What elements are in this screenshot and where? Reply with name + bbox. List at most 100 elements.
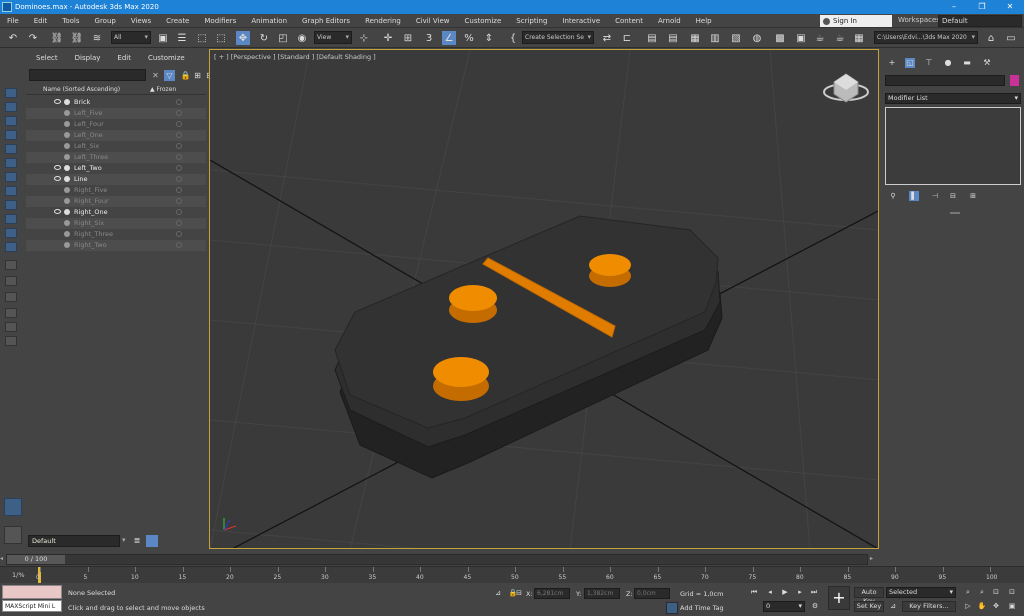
zoom-extents-icon[interactable]: ⊡	[990, 587, 1002, 599]
display-spacewarps-icon[interactable]	[5, 172, 17, 182]
open-folder-icon[interactable]: ▭	[1004, 31, 1018, 45]
explorer-menu-select[interactable]: Select	[26, 54, 65, 62]
pip-right-one[interactable]	[589, 254, 631, 287]
column-name[interactable]: Name (Sorted Ascending)	[43, 86, 120, 93]
slider-next-icon[interactable]: ▸	[870, 555, 873, 562]
select-place-icon[interactable]: ◉	[295, 31, 309, 45]
auto-key-button[interactable]: Auto Key	[854, 587, 884, 605]
maximize-viewport-icon[interactable]: ▣	[1006, 601, 1018, 613]
render-iterative-icon[interactable]: ☕	[833, 31, 847, 45]
set-keys-icon[interactable]: +	[828, 586, 850, 610]
modify-tab-icon[interactable]: ◱	[905, 58, 915, 68]
set-key-button[interactable]: Set Key	[854, 601, 884, 612]
menu-rendering[interactable]: Rendering	[358, 17, 409, 25]
display-influences-icon[interactable]	[5, 276, 17, 286]
object-row-right-one[interactable]: Right_One	[26, 207, 206, 218]
maxscript-mini-listener[interactable]: MAXScript Mini L	[2, 600, 62, 612]
percent-snap-icon[interactable]: %	[462, 31, 476, 45]
orbit-icon[interactable]: ✥	[990, 601, 1002, 613]
mirror-icon[interactable]: ⇄	[600, 31, 614, 45]
window-crossing-icon[interactable]: ⬚	[214, 31, 228, 45]
menu-graph-editors[interactable]: Graph Editors	[295, 17, 358, 25]
remove-modifier-icon[interactable]: ⊟	[948, 191, 958, 201]
layer-explorer-icon[interactable]	[4, 498, 22, 516]
menu-help[interactable]: Help	[689, 17, 720, 25]
timeline[interactable]: 1/% 0 5 10 15 20 25 30 35 40 45 50 55 60 65 70 75 80 85 90…	[0, 566, 1024, 583]
object-name-field[interactable]	[885, 75, 1005, 86]
slider-prev-icon[interactable]: ◂	[0, 555, 3, 562]
add-time-tag-button[interactable]: Add Time Tag	[680, 604, 724, 612]
rect-selection-icon[interactable]: ⬚	[195, 31, 209, 45]
menu-content[interactable]: Content	[608, 17, 651, 25]
pip-left-two-b[interactable]	[433, 357, 489, 401]
menu-arnold[interactable]: Arnold	[651, 17, 689, 25]
menu-scripting[interactable]: Scripting	[509, 17, 555, 25]
curve-editor-icon[interactable]: ▥	[708, 31, 722, 45]
display-groups-icon[interactable]	[5, 186, 17, 196]
set-project-folder-icon[interactable]: ⌂	[984, 31, 998, 45]
display-cameras-icon[interactable]	[5, 144, 17, 154]
show-end-result-icon[interactable]: ▌	[909, 191, 919, 201]
clear-search-icon[interactable]: ✕	[150, 70, 161, 81]
next-frame-icon[interactable]: ▸	[794, 587, 806, 599]
select-object-icon[interactable]: ▣	[156, 31, 170, 45]
angle-snap-icon[interactable]: ∠	[442, 31, 456, 45]
frozen-icon[interactable]	[176, 242, 182, 248]
menu-tools[interactable]: Tools	[55, 17, 87, 25]
eye-icon[interactable]	[54, 209, 61, 214]
layer-toggle-icon[interactable]	[146, 535, 158, 547]
filter-icon[interactable]	[5, 308, 17, 318]
display-frozen-icon[interactable]	[5, 242, 17, 252]
frozen-icon[interactable]	[176, 110, 182, 116]
object-row-left-two[interactable]: Left_Two	[26, 163, 206, 174]
zoom-extents-all-icon[interactable]: ⊡	[1006, 587, 1018, 599]
render-setup-icon[interactable]: ▩	[773, 31, 787, 45]
configure-modifier-sets-icon[interactable]: ⊞	[968, 191, 978, 201]
key-filters-button[interactable]: Key Filters...	[902, 601, 956, 612]
frozen-icon[interactable]	[176, 132, 182, 138]
explorer-menu-customize[interactable]: Customize	[138, 54, 192, 62]
object-row-left-three[interactable]: Left_Three	[26, 152, 206, 163]
menu-group[interactable]: Group	[88, 17, 124, 25]
lock-icon[interactable]: 🔒	[180, 70, 191, 81]
object-row-right-five[interactable]: Right_Five	[26, 185, 206, 196]
configure-icon[interactable]	[5, 336, 17, 346]
absolute-mode-icon[interactable]: ⊟	[513, 588, 525, 600]
sign-in-button[interactable]: Sign In	[820, 15, 892, 27]
object-row-line[interactable]: Line	[26, 174, 206, 185]
display-children-icon[interactable]	[5, 260, 17, 270]
time-slider[interactable]: 0 / 100	[6, 554, 868, 565]
frozen-icon[interactable]	[176, 231, 182, 237]
explorer-menu-edit[interactable]: Edit	[107, 54, 138, 62]
menu-create[interactable]: Create	[159, 17, 197, 25]
render-cloud-icon[interactable]: ▦	[852, 31, 866, 45]
workspaces-select[interactable]: Default	[938, 15, 1022, 27]
snaps-toggle-icon[interactable]: 3	[422, 31, 436, 45]
align-icon[interactable]: ⊏	[620, 31, 634, 45]
scene-explorer-icon[interactable]: ▤	[645, 31, 659, 45]
maxscript-listener[interactable]	[2, 585, 62, 599]
link-icon[interactable]: ⛓	[50, 31, 64, 45]
project-path-select[interactable]: C:\Users\Edvi...\3ds Max 2020	[874, 31, 978, 44]
select-rotate-icon[interactable]: ↻	[257, 31, 271, 45]
isolate-selection-icon[interactable]: ⊿	[492, 588, 504, 600]
motion-tab-icon[interactable]: ●	[943, 58, 953, 68]
frozen-icon[interactable]	[176, 154, 182, 160]
zoom-all-icon[interactable]: ⌕	[976, 587, 988, 599]
object-row-left-one[interactable]: Left_One	[26, 130, 206, 141]
pivot-center-icon[interactable]: ⊹	[357, 31, 371, 45]
redo-button[interactable]: ↷	[26, 31, 40, 45]
display-bones-icon[interactable]	[5, 214, 17, 224]
funnel-icon[interactable]	[5, 322, 17, 332]
menu-civil-view[interactable]: Civil View	[409, 17, 458, 25]
menu-views[interactable]: Views	[124, 17, 159, 25]
time-tag-icon[interactable]	[666, 602, 678, 614]
eye-icon[interactable]	[54, 176, 61, 181]
x-coordinate-field[interactable]: 6,281cm	[534, 588, 570, 599]
object-row-left-six[interactable]: Left_Six	[26, 141, 206, 152]
time-slider-handle[interactable]: 0 / 100	[7, 555, 65, 564]
sync-selection-icon[interactable]	[5, 292, 17, 302]
filter-toggle-icon[interactable]: ▽	[164, 70, 175, 81]
modifier-stack[interactable]	[885, 107, 1021, 185]
go-to-start-icon[interactable]: ⏮	[748, 587, 760, 599]
